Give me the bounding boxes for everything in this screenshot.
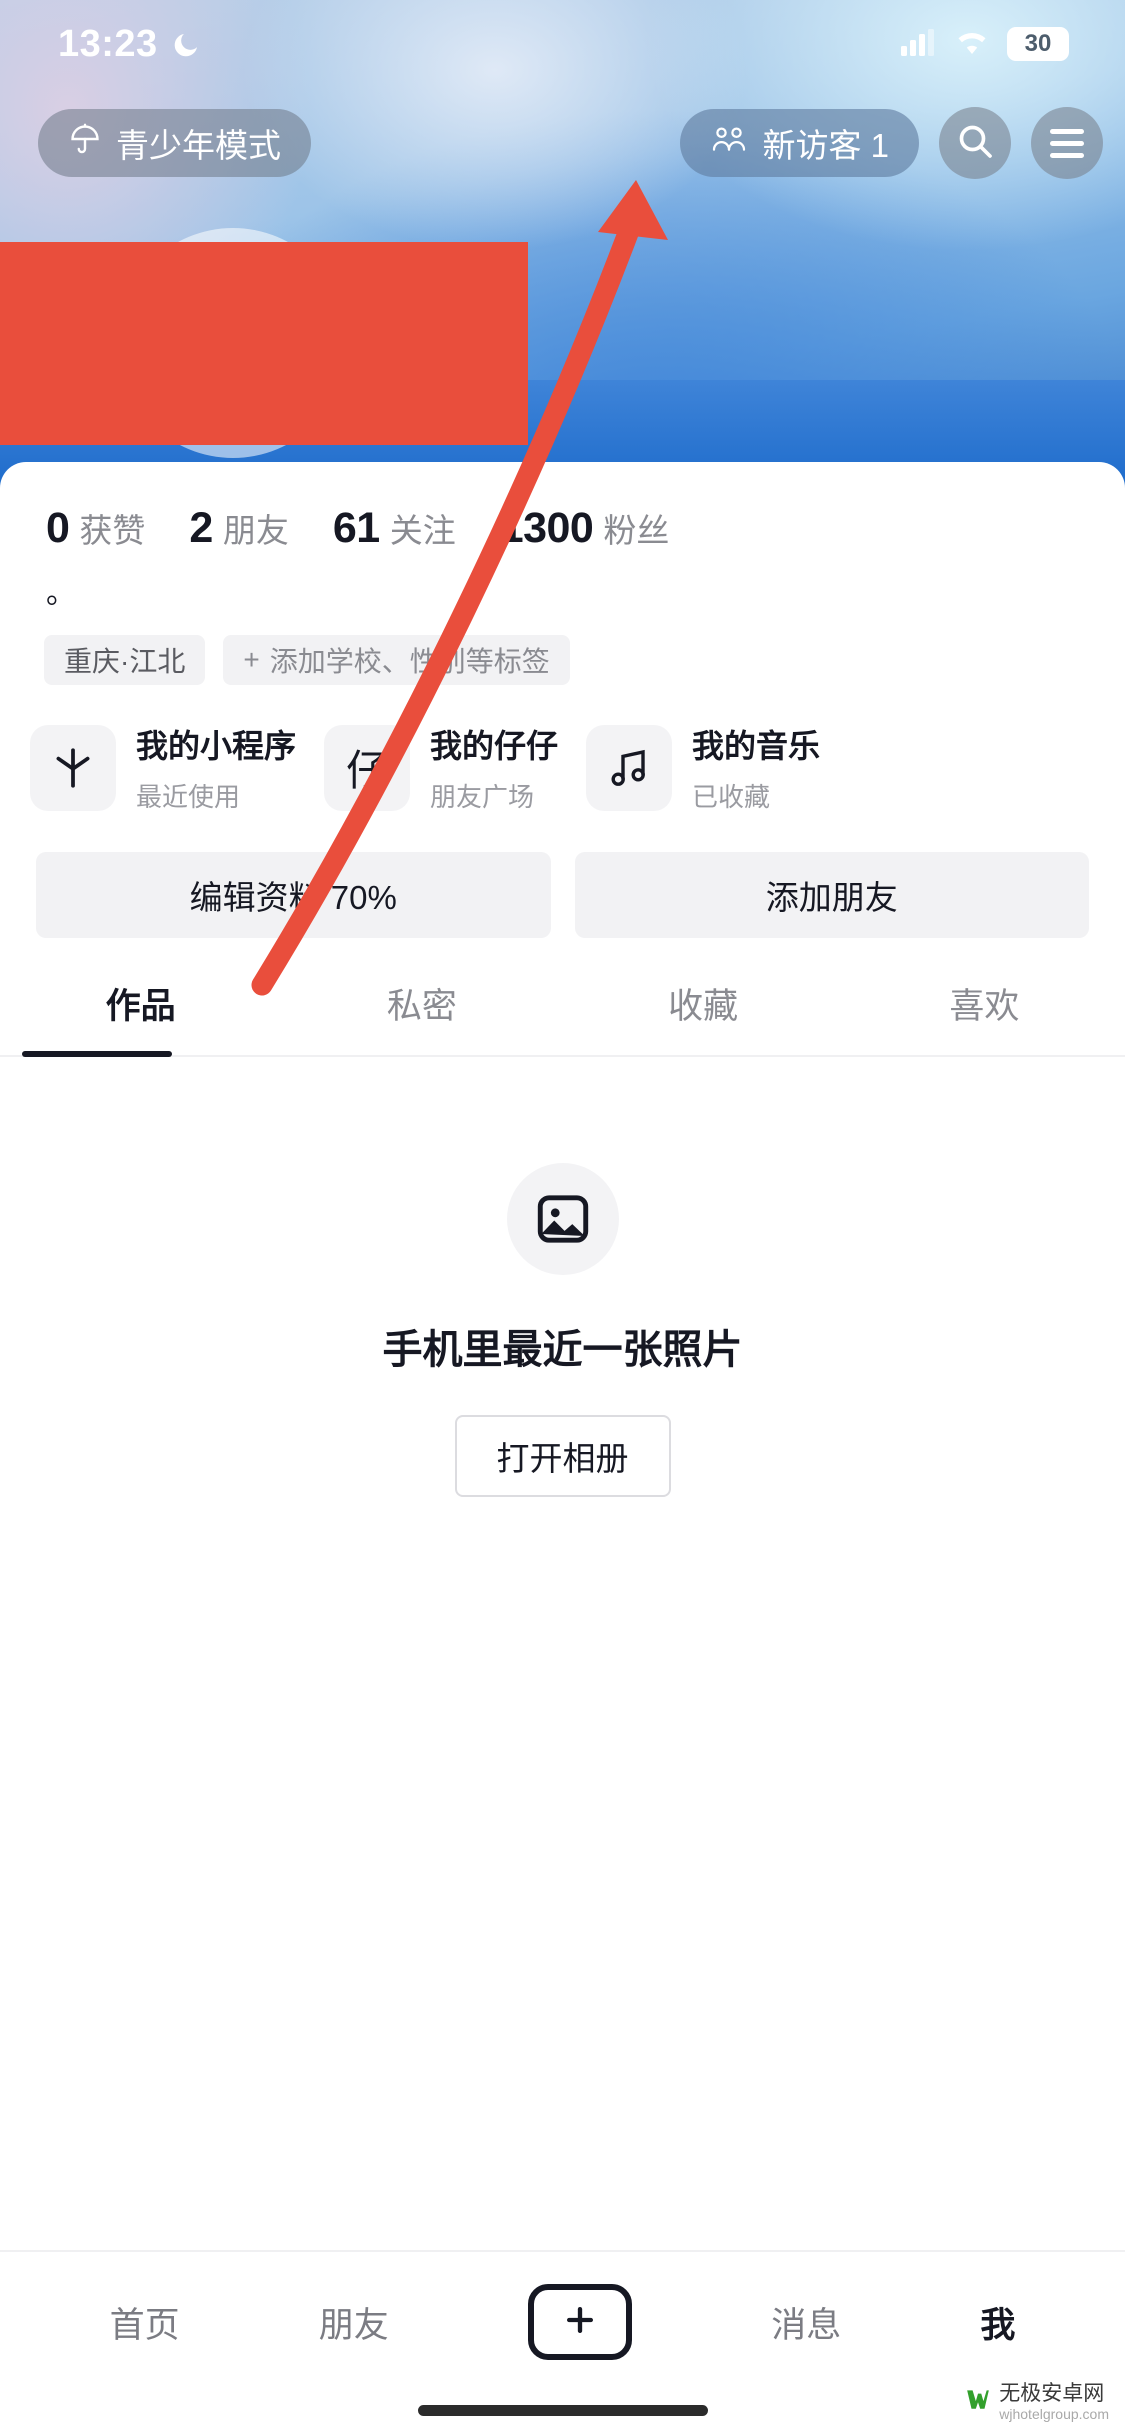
card-title: 我的音乐: [692, 728, 821, 764]
tag-location-label: 重庆·江北: [64, 646, 186, 677]
card-zaizai[interactable]: 仔 我的仔仔 朋友广场: [324, 721, 558, 814]
menu-button[interactable]: [1031, 107, 1103, 179]
tab-works[interactable]: 作品: [0, 978, 281, 1055]
search-button[interactable]: [939, 107, 1011, 179]
w-logo-icon: [965, 2386, 991, 2417]
stat-followers[interactable]: 1300 粉丝: [500, 504, 670, 553]
profile-stats: 0 获赞 2 朋友 61 关注 1300 粉丝: [0, 462, 1125, 553]
stat-label: 朋友: [222, 512, 289, 549]
profile-top-bar: 青少年模式 新访客 1: [0, 95, 1125, 191]
content-tabs: 作品 私密 收藏 喜欢: [0, 938, 1125, 1057]
new-visitors-button[interactable]: 新访客 1: [680, 109, 919, 177]
nav-item-home[interactable]: 首页: [110, 2297, 180, 2348]
empty-state-title: 手机里最近一张照片: [382, 1328, 743, 1372]
stat-likes[interactable]: 0 获赞: [46, 504, 145, 553]
character-zai-icon: 仔: [324, 724, 411, 811]
music-note-icon: [586, 724, 673, 811]
stat-friends[interactable]: 2 朋友: [189, 504, 288, 553]
empty-state: 手机里最近一张照片 打开相册: [0, 1057, 1125, 1497]
redaction-block: [0, 242, 528, 445]
teen-mode-label: 青少年模式: [116, 127, 281, 164]
nav-item-friends[interactable]: 朋友: [319, 2297, 389, 2348]
nav-item-me[interactable]: 我: [980, 2297, 1015, 2348]
edit-profile-button[interactable]: 编辑资料 70%: [36, 852, 551, 938]
home-indicator: [417, 2405, 708, 2416]
card-text: 我的音乐 已收藏: [692, 721, 820, 814]
tab-private[interactable]: 私密: [281, 978, 562, 1055]
tab-likes[interactable]: 喜欢: [844, 978, 1125, 1055]
stat-value: 2: [189, 504, 213, 552]
tab-favorites[interactable]: 收藏: [563, 978, 844, 1055]
nav-item-messages[interactable]: 消息: [771, 2297, 841, 2348]
crescent-moon-icon: [172, 29, 202, 59]
wifi-icon: [953, 28, 991, 61]
status-bar-right: 30: [901, 27, 1069, 61]
umbrella-icon: [68, 122, 102, 164]
status-bar: 13:23 30: [0, 0, 1125, 88]
stat-value: 0: [46, 504, 70, 552]
profile-bio[interactable]: 。: [0, 553, 1125, 609]
card-text: 我的小程序 最近使用: [136, 721, 296, 814]
hamburger-menu-icon: [1050, 128, 1084, 158]
people-icon: [710, 124, 748, 162]
profile-quick-cards: 我的小程序 最近使用 仔 我的仔仔 朋友广场 我的音乐 已收藏: [0, 685, 1125, 814]
open-album-button[interactable]: 打开相册: [454, 1415, 671, 1497]
profile-actions: 编辑资料 70% 添加朋友: [0, 814, 1125, 938]
status-bar-left: 13:23: [58, 23, 202, 66]
teen-mode-button[interactable]: 青少年模式: [38, 109, 311, 177]
profile-sheet: 0 获赞 2 朋友 61 关注 1300 粉丝 。 重庆·江北 + 添加学校、性…: [0, 462, 1125, 2436]
stat-value: 61: [332, 504, 380, 552]
card-music[interactable]: 我的音乐 已收藏: [586, 721, 820, 814]
asterisk-icon: [30, 724, 116, 811]
card-text: 我的仔仔 朋友广场: [430, 721, 558, 814]
watermark-text: 无极安卓网 wjhotelgroup.com: [999, 2382, 1109, 2422]
stat-value: 1300: [499, 504, 594, 552]
tag-add-label: 添加学校、性别等标签: [269, 646, 550, 677]
card-subtitle: 已收藏: [692, 782, 771, 812]
plus-icon: [560, 2300, 600, 2345]
stat-label: 粉丝: [603, 512, 670, 549]
card-title: 我的小程序: [136, 728, 297, 764]
card-subtitle: 最近使用: [136, 782, 241, 812]
watermark-url: wjhotelgroup.com: [999, 2405, 1109, 2422]
card-subtitle: 朋友广场: [430, 782, 535, 812]
tag-add-button[interactable]: + 添加学校、性别等标签: [223, 635, 570, 685]
nav-create-button[interactable]: [528, 2284, 632, 2360]
stat-label: 关注: [389, 512, 456, 549]
search-icon: [955, 121, 995, 166]
status-time: 13:23: [58, 22, 158, 65]
card-mini-programs[interactable]: 我的小程序 最近使用: [30, 721, 296, 814]
add-friend-button[interactable]: 添加朋友: [574, 852, 1089, 938]
phone-screen: 13:23 30 青少年模式 新访客 1 0 获赞 2 朋友 61 关注 130…: [0, 0, 1125, 2436]
tab-active-indicator: [22, 1051, 172, 1057]
stat-label: 获赞: [79, 512, 146, 549]
new-visitors-label: 新访客 1: [762, 127, 889, 164]
stat-following[interactable]: 61 关注: [333, 504, 456, 553]
card-title: 我的仔仔: [430, 728, 559, 764]
profile-tags: 重庆·江北 + 添加学校、性别等标签: [0, 609, 1125, 685]
cellular-signal-icon: [901, 28, 937, 61]
watermark: 无极安卓网 wjhotelgroup.com: [965, 2382, 1109, 2422]
status-battery: 30: [1007, 27, 1069, 61]
watermark-name: 无极安卓网: [999, 2381, 1105, 2405]
photo-placeholder-icon: [506, 1163, 619, 1275]
tag-location[interactable]: 重庆·江北: [44, 635, 206, 685]
plus-icon: +: [243, 644, 260, 675]
